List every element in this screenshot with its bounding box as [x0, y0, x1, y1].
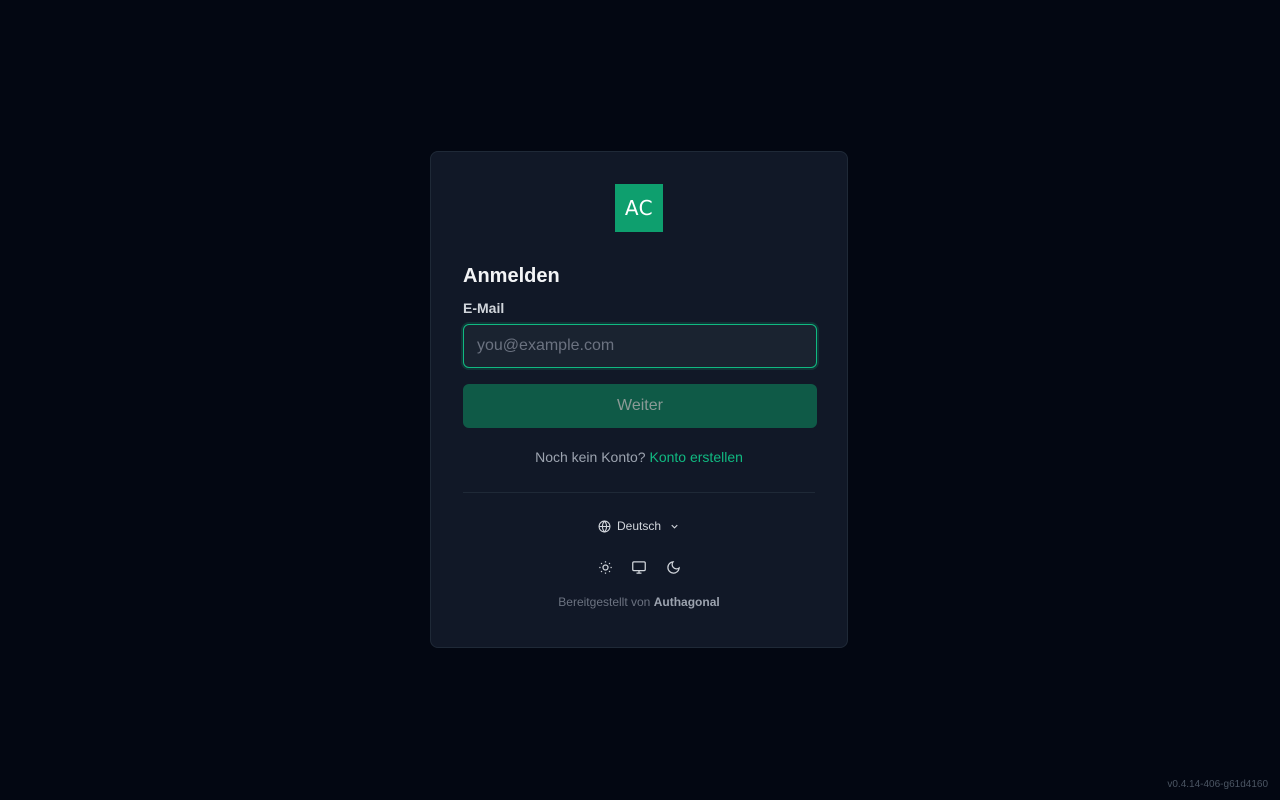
login-page: AC Anmelden E-Mail Weiter Noch kein Kont…: [0, 0, 1280, 800]
page-title: Anmelden: [463, 265, 560, 287]
powered-by: Bereitgestellt von Authagonal: [463, 595, 815, 609]
language-label: Deutsch: [616, 519, 662, 533]
dark-theme-button[interactable]: [665, 559, 681, 575]
monitor-icon: [631, 560, 647, 575]
moon-icon: [666, 560, 681, 575]
language-selector[interactable]: Deutsch: [598, 519, 680, 533]
create-account-link[interactable]: Konto erstellen: [650, 449, 743, 465]
email-field[interactable]: [463, 324, 817, 368]
sun-icon: [598, 560, 613, 575]
email-label: E-Mail: [463, 300, 505, 316]
powered-by-brand: Authagonal: [653, 595, 720, 609]
powered-by-prefix: Bereitgestellt von: [558, 595, 651, 609]
signup-row: Noch kein Konto? Konto erstellen: [463, 448, 815, 466]
login-card: AC Anmelden E-Mail Weiter Noch kein Kont…: [430, 151, 848, 648]
version-label: v0.4.14-406-g61d4160: [1167, 779, 1268, 790]
chevron-down-icon: [669, 521, 680, 532]
light-theme-button[interactable]: [597, 559, 613, 575]
signup-prompt: Noch kein Konto?: [535, 449, 646, 465]
app-logo: AC: [615, 184, 663, 232]
continue-button[interactable]: Weiter: [463, 384, 817, 428]
divider: [463, 492, 815, 493]
globe-icon: [598, 519, 611, 533]
theme-switcher: [463, 559, 815, 575]
system-theme-button[interactable]: [631, 559, 647, 575]
